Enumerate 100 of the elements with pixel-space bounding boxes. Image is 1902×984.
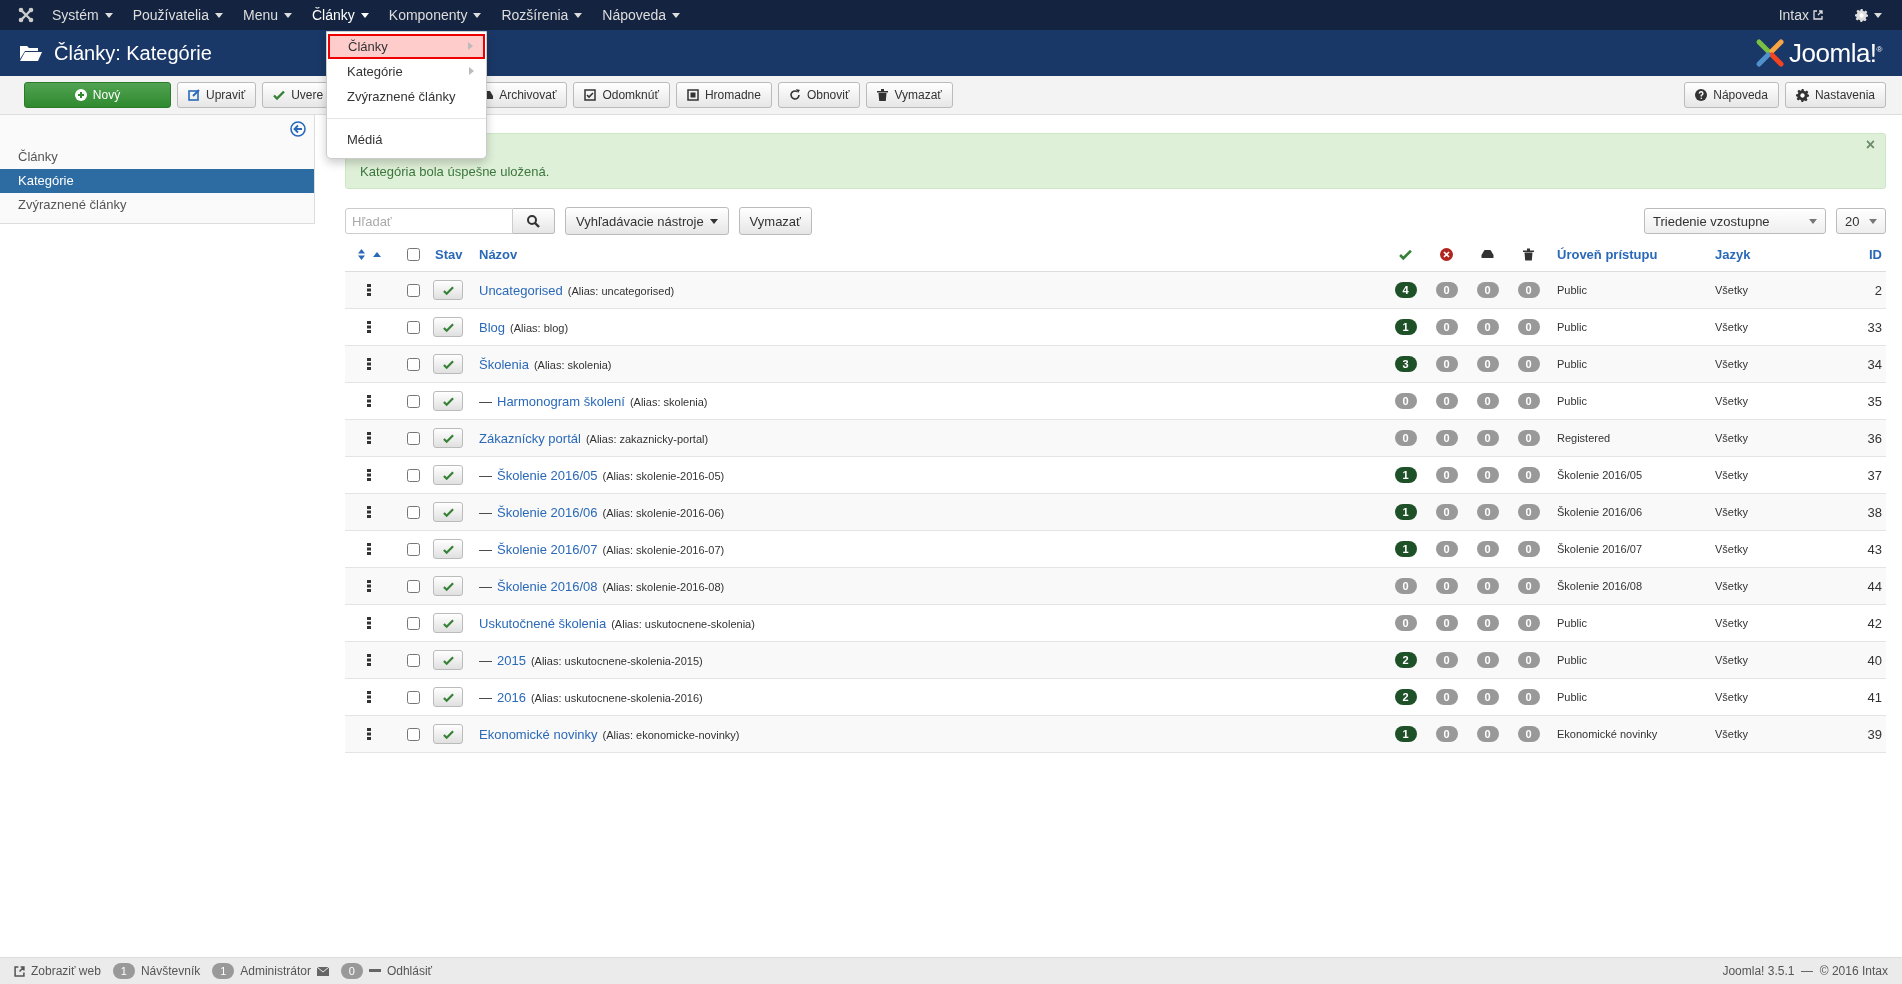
drag-handle-icon[interactable] [367,432,371,444]
status-toggle[interactable] [433,687,463,707]
row-checkbox[interactable] [406,468,420,482]
status-toggle[interactable] [433,354,463,374]
count-badge[interactable]: 0 [1476,615,1499,631]
search-tools-button[interactable]: Vyhľadávacie nástroje [565,207,729,235]
row-checkbox[interactable] [406,320,420,334]
count-badge[interactable]: 0 [1517,504,1540,520]
category-link[interactable]: Školenie 2016/08 [497,578,598,594]
count-badge[interactable]: 0 [1517,615,1540,631]
row-checkbox[interactable] [406,505,420,519]
count-badge[interactable]: 0 [1476,541,1499,557]
drag-handle-icon[interactable] [367,728,371,740]
drag-handle-icon[interactable] [367,617,371,629]
row-checkbox[interactable] [406,394,420,408]
collapse-icon[interactable] [290,121,306,137]
count-badge[interactable]: 0 [1435,430,1458,446]
category-link[interactable]: Školenie 2016/07 [497,541,598,557]
drag-handle-icon[interactable] [367,469,371,481]
toolbar-button[interactable]: Hromadne [675,82,772,108]
count-badge[interactable]: 0 [1435,541,1458,557]
count-badge[interactable]: 0 [1517,467,1540,483]
status-toggle[interactable] [433,650,463,670]
count-badge[interactable]: 0 [1517,652,1540,668]
count-badge[interactable]: 0 [1517,689,1540,705]
drag-handle-icon[interactable] [367,543,371,555]
row-checkbox[interactable] [406,690,420,704]
count-badge[interactable]: 0 [340,963,363,979]
nav-menu-item[interactable]: Používatelia [122,0,233,30]
status-toggle[interactable] [433,576,463,596]
count-badge[interactable]: 1 [1394,319,1417,335]
status-toggle[interactable] [433,428,463,448]
count-badge[interactable]: 1 [1394,726,1417,742]
count-badge[interactable]: 4 [1394,282,1417,298]
category-link[interactable]: Uskutočnené školenia [479,615,607,631]
count-badge[interactable]: 0 [1476,393,1499,409]
site-link[interactable]: Intax [1764,7,1823,23]
toolbar-button[interactable]: Upraviť [177,82,257,108]
row-checkbox[interactable] [406,357,420,371]
count-badge[interactable]: 0 [1476,652,1499,668]
status-toggle[interactable] [433,539,463,559]
count-badge[interactable]: 0 [1476,430,1499,446]
nav-menu-item[interactable]: Nápoveda [592,0,691,30]
row-checkbox[interactable] [406,653,420,667]
nav-menu-item[interactable]: Články [302,0,379,30]
toolbar-button[interactable]: Obnoviť [777,82,861,108]
count-badge[interactable]: 0 [1435,504,1458,520]
toolbar-button[interactable]: Nastavenia [1784,82,1886,108]
count-badge[interactable]: 1 [1394,541,1417,557]
column-header[interactable]: Jazyk [1707,246,1840,262]
count-badge[interactable]: 0 [1394,393,1417,409]
drag-handle-icon[interactable] [367,506,371,518]
count-badge[interactable]: 0 [1476,319,1499,335]
sidebar-item[interactable]: Kategórie [0,169,314,193]
sort-ascending-icon[interactable] [372,251,381,257]
nav-menu-item[interactable]: Menu [232,0,302,30]
limit-select[interactable]: 20 [1836,208,1886,234]
view-site-link[interactable]: Zobraziť web [31,964,101,978]
count-badge[interactable]: 0 [1394,430,1417,446]
drag-handle-icon[interactable] [367,691,371,703]
column-header[interactable]: ID [1840,246,1886,262]
category-link[interactable]: 2016 [497,689,526,705]
count-badge[interactable]: 0 [1476,726,1499,742]
count-badge[interactable]: 2 [1394,689,1417,705]
count-badge[interactable]: 0 [1435,319,1458,335]
row-checkbox[interactable] [406,616,420,630]
count-badge[interactable]: 2 [1394,652,1417,668]
clear-button[interactable]: Vymazať [738,207,812,235]
count-badge[interactable]: 0 [1435,356,1458,372]
column-header[interactable]: Stav [433,246,475,262]
row-checkbox[interactable] [406,579,420,593]
count-badge[interactable]: 0 [1476,356,1499,372]
count-badge[interactable]: 0 [1435,652,1458,668]
count-badge[interactable]: 0 [1476,578,1499,594]
status-toggle[interactable] [433,317,463,337]
category-link[interactable]: Harmonogram školení [497,393,625,409]
count-badge[interactable]: 0 [1476,282,1499,298]
count-badge[interactable]: 0 [1517,356,1540,372]
count-badge[interactable]: 0 [1517,541,1540,557]
count-badge[interactable]: 0 [1517,430,1540,446]
unpublished-icon[interactable] [1440,247,1453,261]
close-button[interactable]: × [1865,136,1875,154]
dropdown-item[interactable]: Médiá [327,127,486,152]
count-badge[interactable]: 0 [1435,578,1458,594]
status-toggle[interactable] [433,465,463,485]
toolbar-button[interactable]: Nápoveda [1684,82,1779,108]
count-badge[interactable]: 0 [1435,393,1458,409]
toolbar-button[interactable]: Odomknúť [573,82,670,108]
count-badge[interactable]: 0 [1435,726,1458,742]
search-field[interactable]: Hľadať [345,208,513,234]
category-link[interactable]: Školenie 2016/05 [497,467,598,483]
column-header[interactable]: Úroveň prístupu [1549,246,1707,262]
count-badge[interactable]: 0 [1476,467,1499,483]
ordering-select[interactable]: Triedenie vzostupne [1644,208,1826,234]
status-toggle[interactable] [433,391,463,411]
count-badge[interactable]: 0 [1517,319,1540,335]
drag-handle-icon[interactable] [367,321,371,333]
row-checkbox[interactable] [406,431,420,445]
count-badge[interactable]: 0 [1476,504,1499,520]
nav-menu-item[interactable]: Komponenty [378,0,492,30]
